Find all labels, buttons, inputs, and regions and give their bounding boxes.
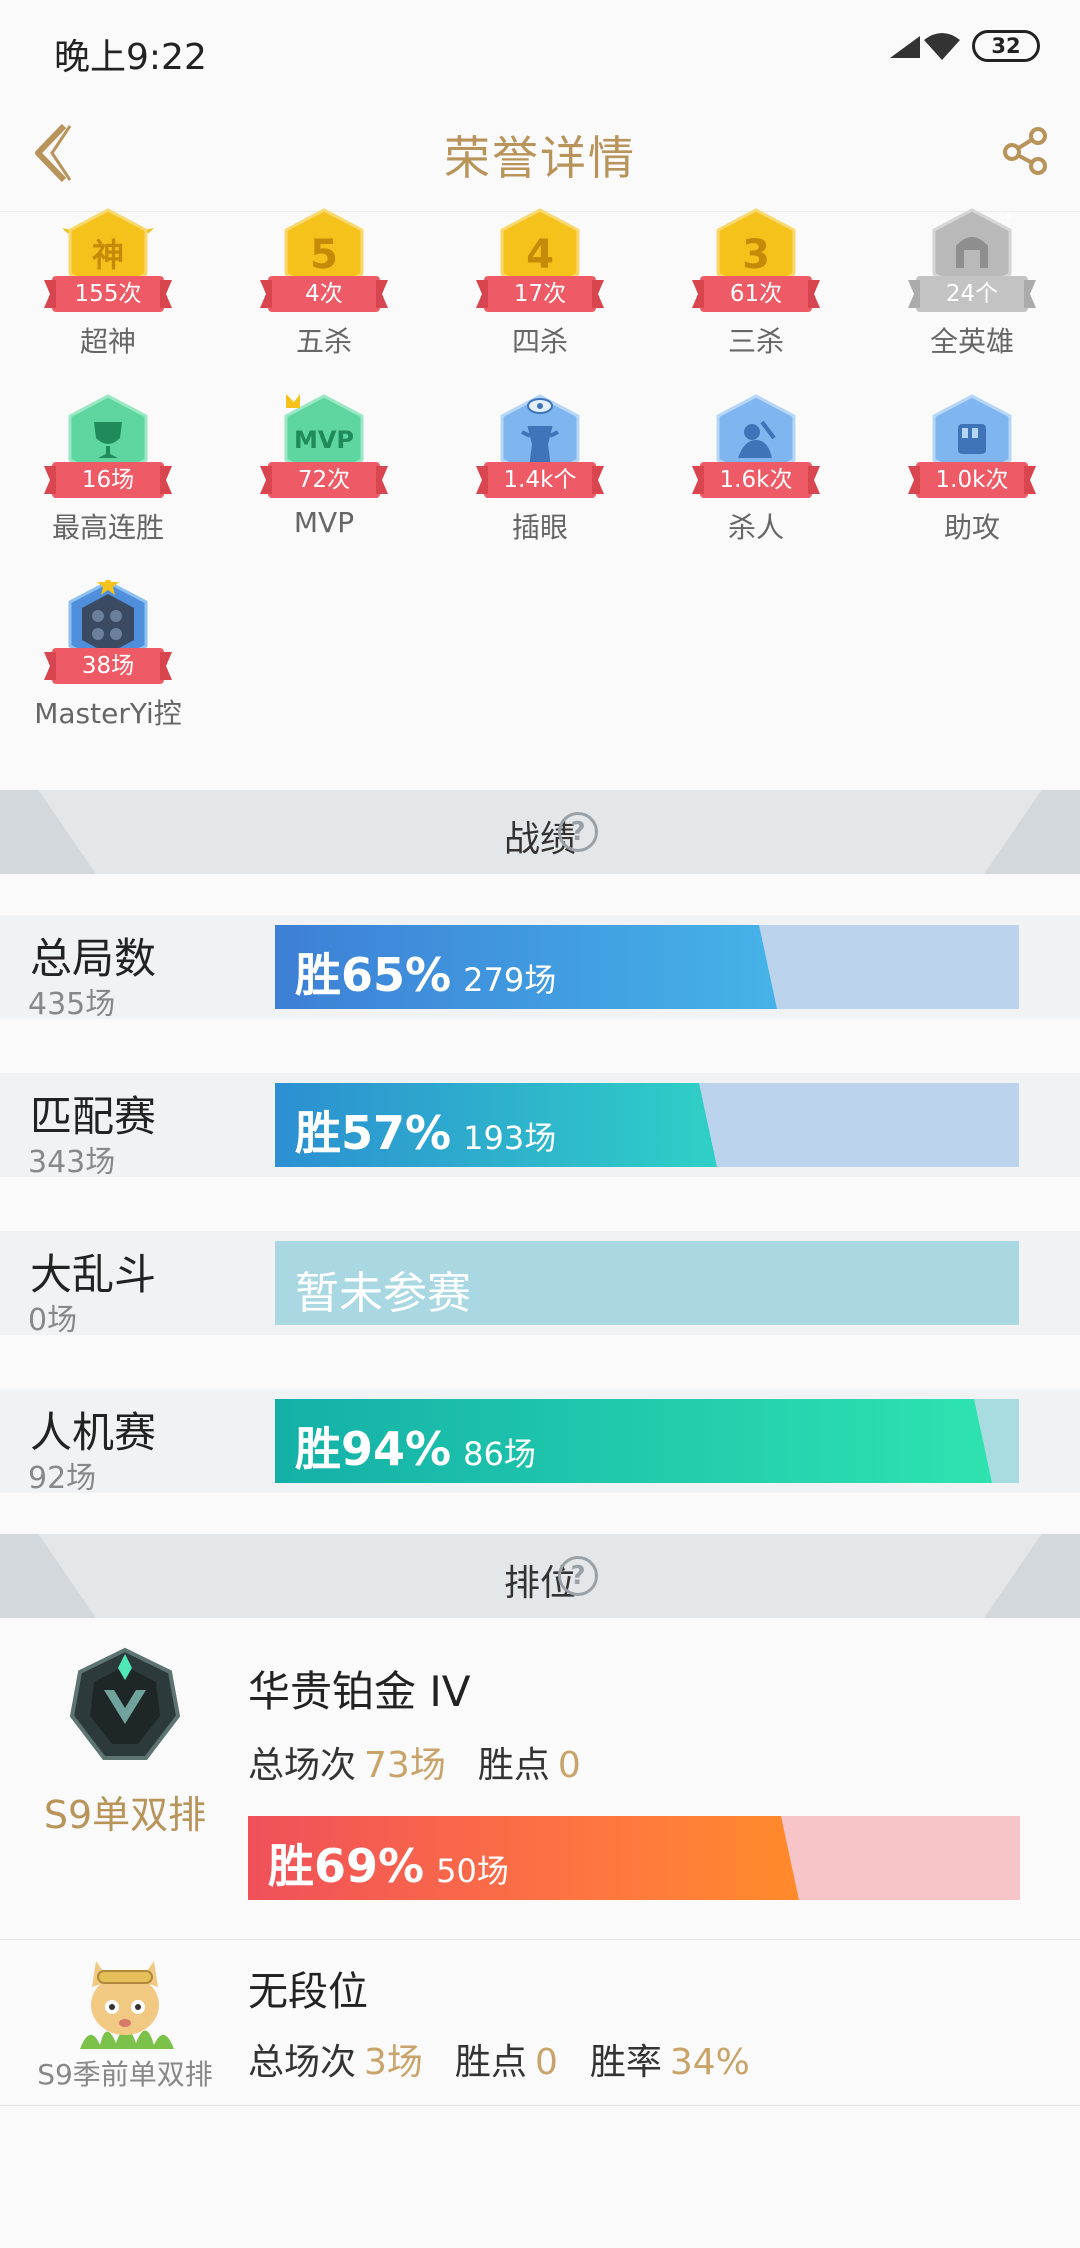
win-games: 193场 [463,1119,557,1157]
rank-stats-line: 总场次 3场 胜点 0 胜率 34% [248,2042,750,2083]
honor-label: 杀人 [727,511,784,544]
no-games-text: 暂未参赛 [295,1268,471,1319]
honor-count: 155次 [52,276,164,312]
win-games: 279场 [463,961,557,999]
page-title: 荣誉详情 [444,131,636,185]
rank-card-s9[interactable]: S9单双排 华贵铂金 IV 总场次 73场 胜点 0 胜69% 50场 [0,1618,1080,1940]
platinum-emblem-icon [69,1647,181,1760]
honor-item[interactable]: 4 17次 四杀 [432,208,648,398]
status-time: 晚上9:22 [54,37,207,78]
honor-count: 1.0k次 [916,462,1028,498]
honor-item[interactable]: 1.6k次 杀人 [648,394,864,584]
stat-count: 435场 [28,987,116,1022]
rank-title: 华贵铂金 IV [248,1667,471,1716]
share-icon[interactable] [1000,126,1050,176]
win-rate-bar: 暂未参赛 [275,1241,1019,1325]
honor-item[interactable]: 38场 MasterYi控 [0,580,216,770]
stat-count: 343场 [28,1145,116,1180]
section-title: 排位 [503,1563,576,1604]
win-games: 86场 [463,1435,536,1473]
rank-stats-line: 总场次 73场 胜点 0 [248,1745,581,1786]
rank-win-games: 50场 [436,1852,509,1890]
honor-count: 4次 [268,276,380,312]
honor-count: 24个 [916,276,1028,312]
win-rate-text: 胜65% [295,948,452,1002]
honor-label: 助攻 [943,511,1000,544]
honor-item[interactable]: 3 61次 三杀 [648,208,864,398]
honor-count: 38场 [52,648,164,684]
stat-count: 92场 [28,1461,97,1496]
svg-text:5: 5 [310,232,338,278]
stat-count: 0场 [28,1303,78,1338]
honor-item[interactable]: 神 155次 超神 [0,208,216,398]
help-icon[interactable]: ? [558,1556,598,1596]
wifi-icon [924,33,960,60]
honor-label: 四杀 [511,325,568,358]
honor-count: 61次 [700,276,812,312]
honor-label: 三杀 [727,325,784,358]
svg-text:MVP: MVP [294,426,354,454]
win-rate-bar: 胜65% 279场 [275,925,1019,1009]
stat-name: 人机赛 [30,1408,157,1457]
section-title: 战绩 [503,819,576,860]
help-icon[interactable]: ? [558,812,598,852]
rank-card-s9-preseason[interactable]: S9季前单双排 无段位 总场次 3场 胜点 0 胜率 34% [0,1941,1080,2106]
stat-name: 总局数 [30,934,157,983]
svg-text:神: 神 [92,236,124,274]
rank-title: 无段位 [248,1969,368,2015]
honor-item[interactable]: ✦ 24个 全英雄 [864,208,1080,398]
honor-label: MVP [293,506,355,539]
honor-label: 插眼 [511,511,568,544]
section-header-rank: 排位 ? [0,1534,1080,1618]
status-bar: 晚上9:22 32 [0,0,1080,92]
honor-item[interactable]: 16场 最高连胜 [0,394,216,584]
svg-text:✦: ✦ [1002,208,1015,226]
stat-row-matchmaking[interactable]: 匹配赛 343场 胜57% 193场 [0,1073,1080,1180]
svg-text:3: 3 [742,232,770,278]
honor-item[interactable]: MVP 72次 MVP [216,394,432,584]
win-rate-text: 胜94% [295,1422,452,1476]
honor-count: 16场 [52,462,164,498]
honor-label: 五杀 [295,325,352,358]
win-rate-bar: 胜57% 193场 [275,1083,1019,1167]
section-header-record: 战绩 ? [0,790,1080,874]
honor-count: 1.4k个 [484,462,596,498]
honor-count: 1.6k次 [700,462,812,498]
nav-header: 荣誉详情 [0,92,1080,212]
honor-count: 17次 [484,276,596,312]
rank-win-rate-text: 胜69% [268,1839,425,1893]
honor-count: 72次 [268,462,380,498]
svg-text:4: 4 [526,232,554,278]
win-rate-text: 胜57% [295,1106,452,1160]
rank-season: S9单双排 [43,1793,207,1837]
honor-label: MasterYi控 [34,697,182,730]
signal-icon [890,36,920,58]
rank-season: S9季前单双排 [37,2058,213,2091]
stat-name: 匹配赛 [30,1092,157,1141]
stat-name: 大乱斗 [30,1250,157,1299]
honor-item[interactable]: 1.4k个 插眼 [432,394,648,584]
honor-label: 最高连胜 [51,511,164,544]
honor-label: 超神 [79,325,136,358]
stat-row-total[interactable]: 总局数 435场 胜65% 279场 [0,915,1080,1022]
win-rate-bar: 胜94% 86场 [275,1399,1019,1483]
honor-label: 全英雄 [929,325,1014,358]
honor-item[interactable]: 1.0k次 助攻 [864,394,1080,584]
battery-indicator: 32 [972,30,1040,62]
rank-win-rate-bar: 胜69% 50场 [248,1816,1020,1900]
stat-row-aram[interactable]: 大乱斗 0场 暂未参赛 [0,1231,1080,1338]
stat-row-bot[interactable]: 人机赛 92场 胜94% 86场 [0,1389,1080,1496]
honor-item[interactable]: 5 4次 五杀 [216,208,432,398]
unranked-mascot-icon [80,1961,174,2049]
